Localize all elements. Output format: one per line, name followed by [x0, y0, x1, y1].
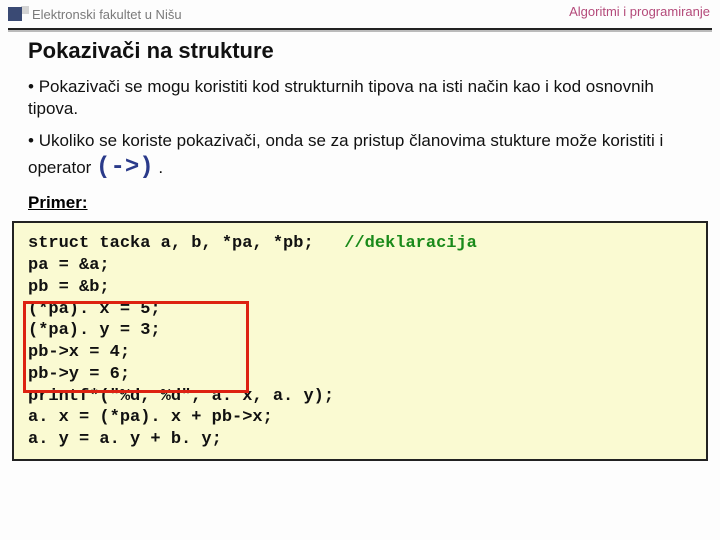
code-line-7: pb->y = 6;	[28, 364, 696, 386]
code-line-4: (*pa). x = 5;	[28, 299, 696, 321]
bullet-1: Pokazivači se mogu koristiti kod struktu…	[28, 76, 692, 120]
content: Pokazivači na strukture Pokazivači se mo…	[0, 32, 720, 213]
code-line-6: pb->x = 4;	[28, 342, 696, 364]
code-comment: //deklaracija	[344, 234, 477, 253]
example-label: Primer:	[28, 193, 692, 213]
code-line-10: a. y = a. y + b. y;	[28, 429, 696, 451]
code-line-9: a. x = (*pa). x + pb->x;	[28, 407, 696, 429]
code-block: struct tacka a, b, *pa, *pb; //deklaraci…	[12, 221, 708, 461]
bullet-2-text-b: .	[154, 158, 163, 177]
header-bar: Elektronski fakultet u Nišu Algoritmi i …	[0, 0, 720, 28]
header-right: Algoritmi i programiranje	[569, 4, 710, 19]
body-text: Pokazivači se mogu koristiti kod struktu…	[28, 76, 692, 183]
code-line-3: pb = &b;	[28, 277, 696, 299]
logo-icon	[8, 7, 22, 21]
divider	[8, 28, 712, 30]
header-left: Elektronski fakultet u Nišu	[32, 7, 182, 22]
bullet-2: Ukoliko se koriste pokazivači, onda se z…	[28, 130, 692, 183]
slide: Elektronski fakultet u Nišu Algoritmi i …	[0, 0, 720, 540]
code-line-2: pa = &a;	[28, 255, 696, 277]
operator-arrow: (->)	[96, 154, 154, 181]
code-line-1: struct tacka a, b, *pa, *pb; //deklaraci…	[28, 233, 696, 255]
code-line-5: (*pa). y = 3;	[28, 320, 696, 342]
slide-title: Pokazivači na strukture	[28, 38, 692, 64]
code-line-8: printf*("%d, %d", a. x, a. y);	[28, 386, 696, 408]
code-text: struct tacka a, b, *pa, *pb;	[28, 234, 344, 253]
